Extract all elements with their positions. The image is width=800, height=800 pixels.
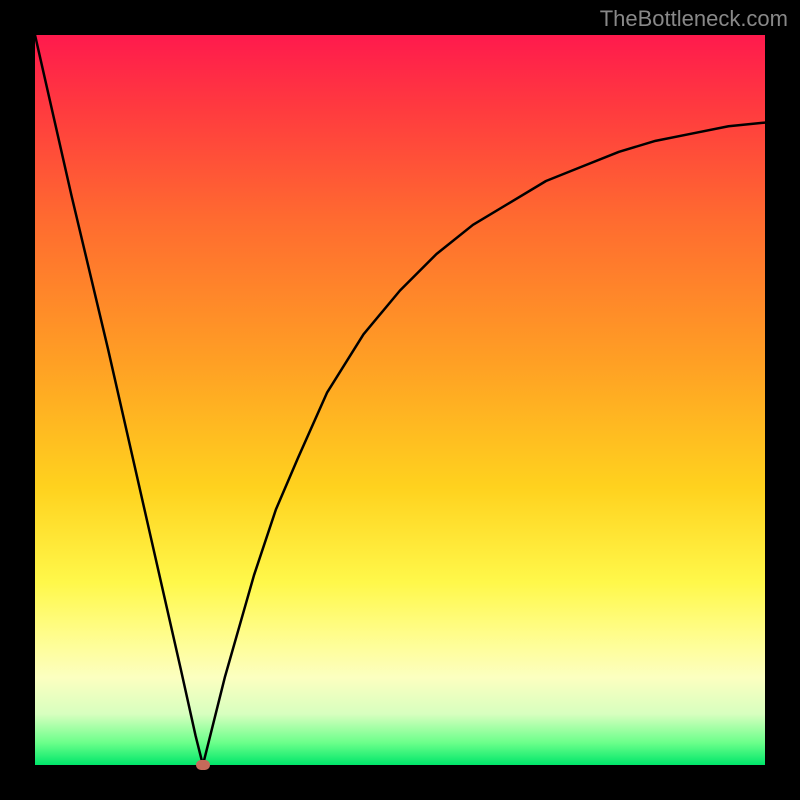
chart-curve-svg	[35, 35, 765, 765]
bottleneck-curve	[35, 35, 765, 765]
watermark-text: TheBottleneck.com	[600, 6, 788, 32]
minimum-marker	[196, 760, 210, 770]
chart-frame	[35, 35, 765, 765]
